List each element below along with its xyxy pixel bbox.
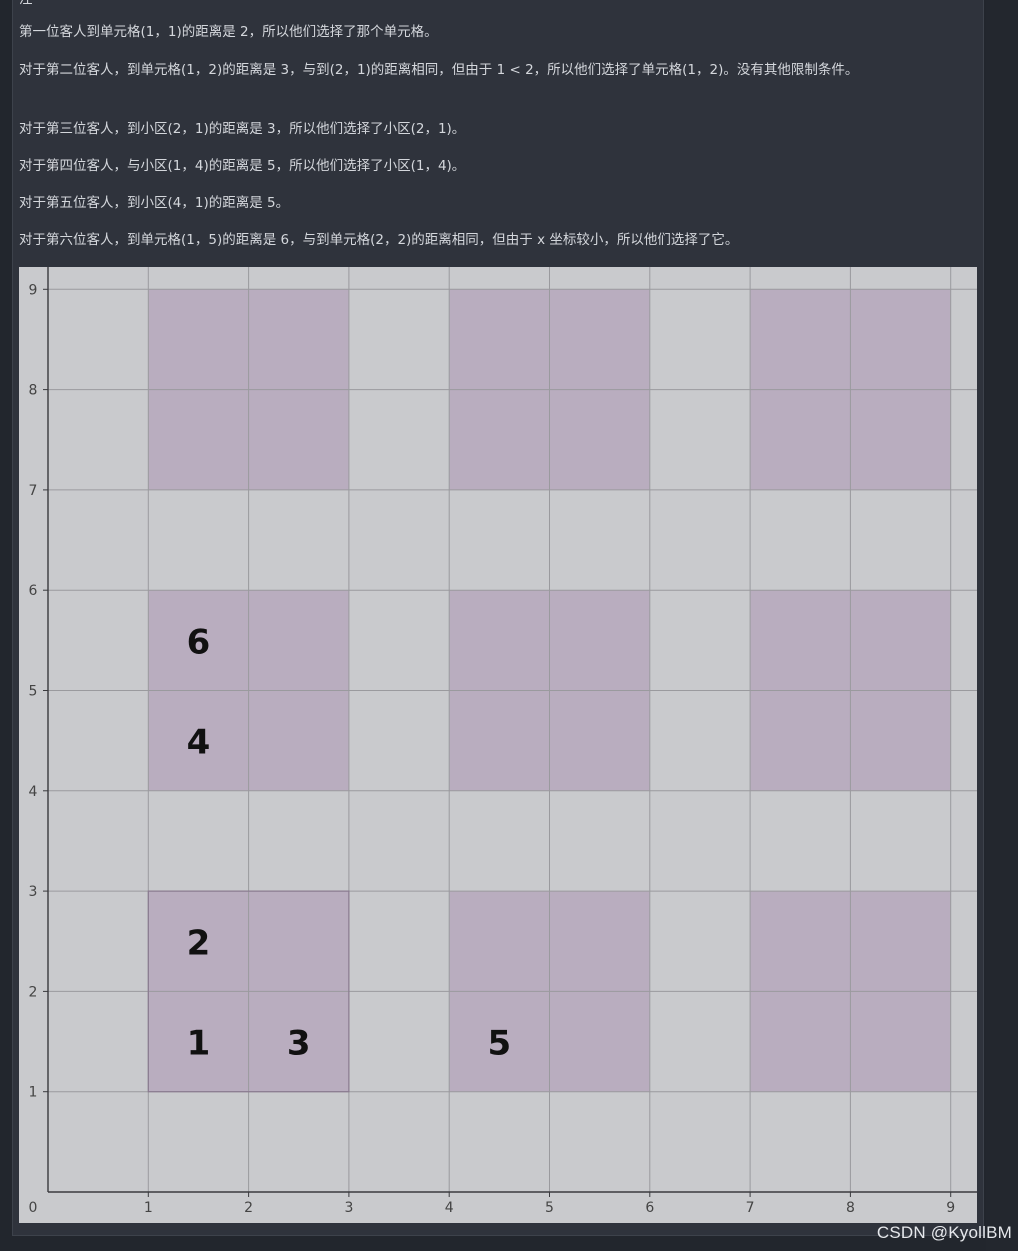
paragraph-guest-6: 对于第六位客人，到单元格(1，5)的距离是 6，与到单元格(2，2)的距离相同，…: [19, 232, 739, 248]
x-tick-label-9: 9: [946, 1200, 955, 1216]
seating-grid-figure: 1 2 3 4 5 6 7 8 9 0 1 2 3 4 5 6 7 8 9 1 2 3 4 5 6: [19, 267, 977, 1223]
guest-label-6: 6: [187, 622, 211, 662]
scrollbar-track[interactable]: [986, 0, 1018, 1251]
y-tick-label-6: 6: [29, 583, 38, 599]
guest-label-5: 5: [488, 1024, 512, 1064]
guest-label-1: 1: [187, 1024, 211, 1064]
paragraph-guest-1: 第一位客人到单元格(1，1)的距离是 2，所以他们选择了那个单元格。: [19, 24, 438, 40]
x-tick-label-4: 4: [445, 1200, 454, 1216]
y-tick-label-1: 1: [29, 1085, 38, 1101]
watermark: CSDN @KyollBM: [876, 1223, 1012, 1242]
guest-label-4: 4: [187, 723, 211, 763]
x-tick-label-5: 5: [545, 1200, 554, 1216]
y-tick-label-5: 5: [29, 684, 38, 700]
y-tick-label-4: 4: [29, 784, 38, 800]
paragraph-guest-4: 对于第四位客人，与小区(1，4)的距离是 5，所以他们选择了小区(1，4)。: [19, 158, 466, 174]
x-tick-label-7: 7: [746, 1200, 755, 1216]
y-tick-label-9: 9: [29, 282, 38, 298]
y-tick-label-7: 7: [29, 483, 38, 499]
cut-off-line: 注: [19, 0, 974, 10]
x-tick-label-8: 8: [846, 1200, 855, 1216]
x-tick-label-2: 2: [244, 1200, 253, 1216]
y-tick-label-8: 8: [29, 383, 38, 399]
x-tick-label-6: 6: [645, 1200, 654, 1216]
guest-label-3: 3: [287, 1024, 311, 1064]
paragraph-guest-2: 对于第二位客人，到单元格(1，2)的距离是 3，与到(2，1)的距离相同，但由于…: [19, 62, 859, 78]
x-tick-label-1: 1: [144, 1200, 153, 1216]
x-tick-label-0: 0: [29, 1200, 38, 1216]
guest-label-2: 2: [187, 923, 211, 963]
y-tick-label-3: 3: [29, 884, 38, 900]
x-tick-label-3: 3: [344, 1200, 353, 1216]
paragraph-guest-3: 对于第三位客人，到小区(2，1)的距离是 3，所以他们选择了小区(2，1)。: [19, 121, 466, 137]
seating-grid-chart: 1 2 3 4 5 6 7 8 9 0 1 2 3 4 5 6 7 8 9 1 2 3 4 5 6: [29, 267, 977, 1216]
y-tick-label-2: 2: [29, 984, 38, 1000]
paragraph-guest-5: 对于第五位客人，到小区(4，1)的距离是 5。: [19, 195, 290, 211]
